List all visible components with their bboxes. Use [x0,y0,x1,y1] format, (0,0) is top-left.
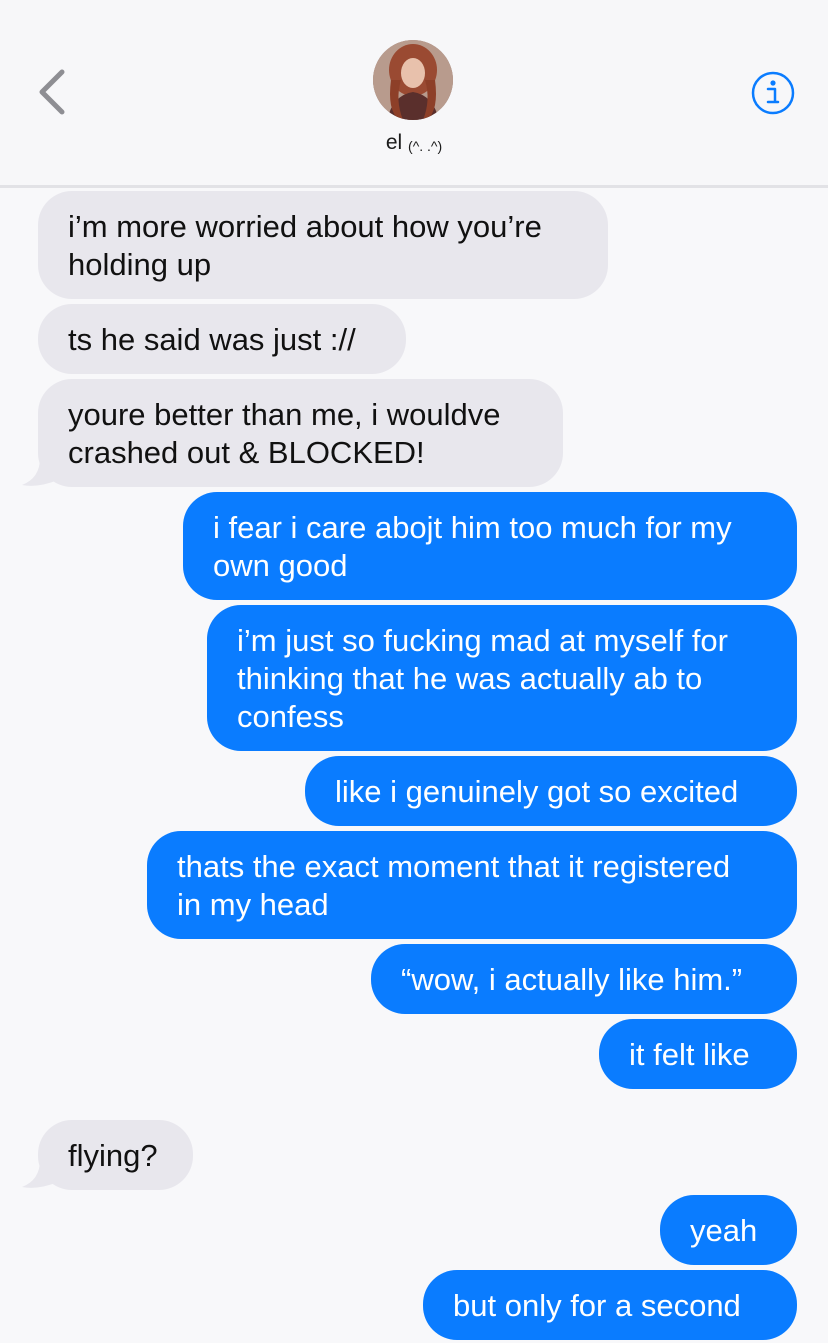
message-bubble-outgoing[interactable]: but only for a second [423,1270,797,1340]
chevron-left-icon [39,69,65,115]
message-bubble-outgoing[interactable]: thats the exact moment that it registere… [147,831,797,939]
message-bubble-outgoing[interactable]: yeah [660,1195,797,1265]
contact-avatar[interactable] [373,40,453,120]
message-bubble-incoming[interactable]: flying? [38,1120,193,1190]
message-bubble-outgoing[interactable]: it felt like [599,1019,797,1089]
message-bubble-outgoing[interactable]: i’m just so fucking mad at myself for th… [207,605,797,751]
info-icon [751,71,795,115]
message-bubble-outgoing[interactable]: like i genuinely got so excited [305,756,797,826]
back-button[interactable] [28,62,78,122]
contact-emoticon: (^. .^) [408,138,443,154]
info-button[interactable] [750,70,796,116]
contact-name[interactable]: el (^. .^) [0,131,828,155]
message-bubble-incoming[interactable]: youre better than me, i wouldve crashed … [38,379,563,487]
conversation-header: el (^. .^) [0,0,828,188]
message-bubble-incoming[interactable]: i’m more worried about how you’re holdin… [38,191,608,299]
message-bubble-outgoing[interactable]: “wow, i actually like him.” [371,944,797,1014]
message-thread[interactable]: i’m more worried about how you’re holdin… [0,188,828,1343]
message-bubble-outgoing[interactable]: i fear i care abojt him too much for my … [183,492,797,600]
avatar-photo [373,40,453,120]
contact-name-text: el [385,131,403,154]
message-bubble-incoming[interactable]: ts he said was just :// [38,304,406,374]
